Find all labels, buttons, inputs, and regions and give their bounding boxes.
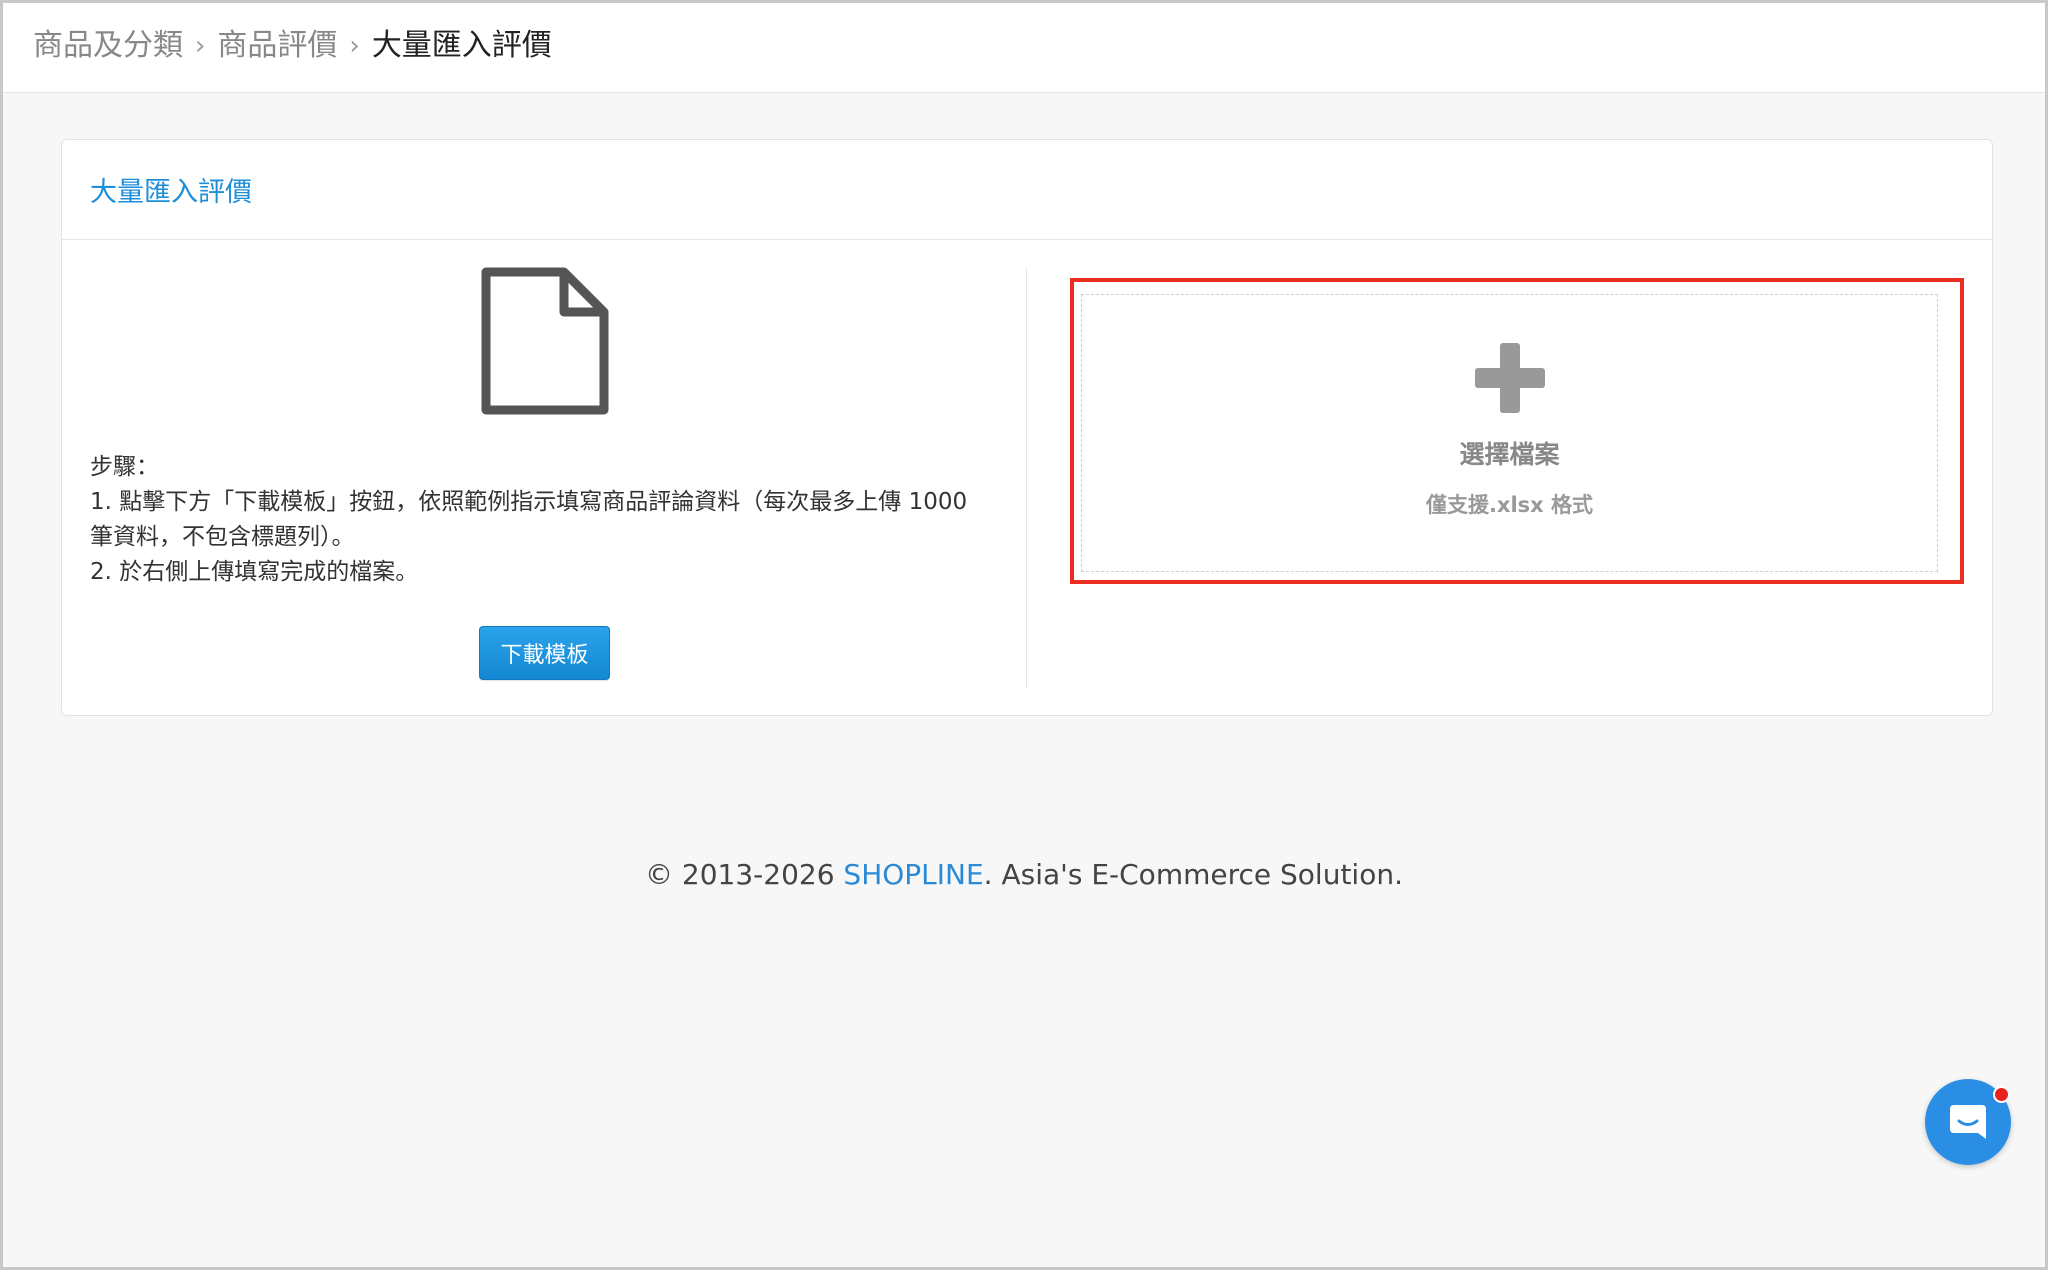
- choose-file-label: 選擇檔案: [1459, 440, 1560, 469]
- footer-brand-link[interactable]: SHOPLINE: [843, 858, 983, 891]
- import-panel: 大量匯入評價 步驟： 1. 點擊下方「下載模板」按鈕，依照範例指示填寫商品評論資…: [61, 139, 1993, 716]
- app-frame: 商品及分類 › 商品評價 › 大量匯入評價 大量匯入評價 步驟： 1. 點擊下方…: [0, 0, 2048, 1270]
- instructions: 步驟： 1. 點擊下方「下載模板」按鈕，依照範例指示填寫商品評論資料（每次最多上…: [90, 450, 970, 590]
- breadcrumb-item-reviews[interactable]: 商品評價: [217, 25, 337, 67]
- chevron-right-icon: ›: [349, 31, 360, 61]
- chevron-right-icon: ›: [195, 31, 206, 61]
- breadcrumb-item-products[interactable]: 商品及分類: [33, 25, 183, 67]
- panel-title: 大量匯入評價: [90, 177, 252, 208]
- breadcrumb-current: 大量匯入評價: [371, 28, 552, 63]
- steps-heading: 步驟：: [90, 454, 159, 480]
- top-bar: 商品及分類 › 商品評價 › 大量匯入評價: [3, 3, 2045, 93]
- footer-copyright: © 2013-2026: [645, 858, 844, 891]
- notification-dot: [1993, 1086, 2010, 1103]
- file-format-hint: 僅支援.xlsx 格式: [1425, 493, 1594, 517]
- panel-header: 大量匯入評價: [62, 140, 1992, 240]
- column-divider: [1026, 268, 1027, 688]
- step-1: 1. 點擊下方「下載模板」按鈕，依照範例指示填寫商品評論資料（每次最多上傳 10…: [90, 489, 968, 550]
- footer: © 2013-2026 SHOPLINE. Asia's E-Commerce …: [3, 858, 2045, 891]
- document-icon: [481, 267, 609, 415]
- chat-icon: [1950, 1105, 1986, 1139]
- step-2: 2. 於右側上傳填寫完成的檔案。: [90, 559, 419, 585]
- footer-tagline: . Asia's E-Commerce Solution.: [983, 858, 1403, 891]
- breadcrumb: 商品及分類 › 商品評價 › 大量匯入評價: [33, 25, 552, 67]
- download-template-button[interactable]: 下載模板: [479, 626, 610, 680]
- file-dropzone[interactable]: 選擇檔案 僅支援.xlsx 格式: [1081, 294, 1938, 572]
- plus-icon: [1474, 343, 1545, 413]
